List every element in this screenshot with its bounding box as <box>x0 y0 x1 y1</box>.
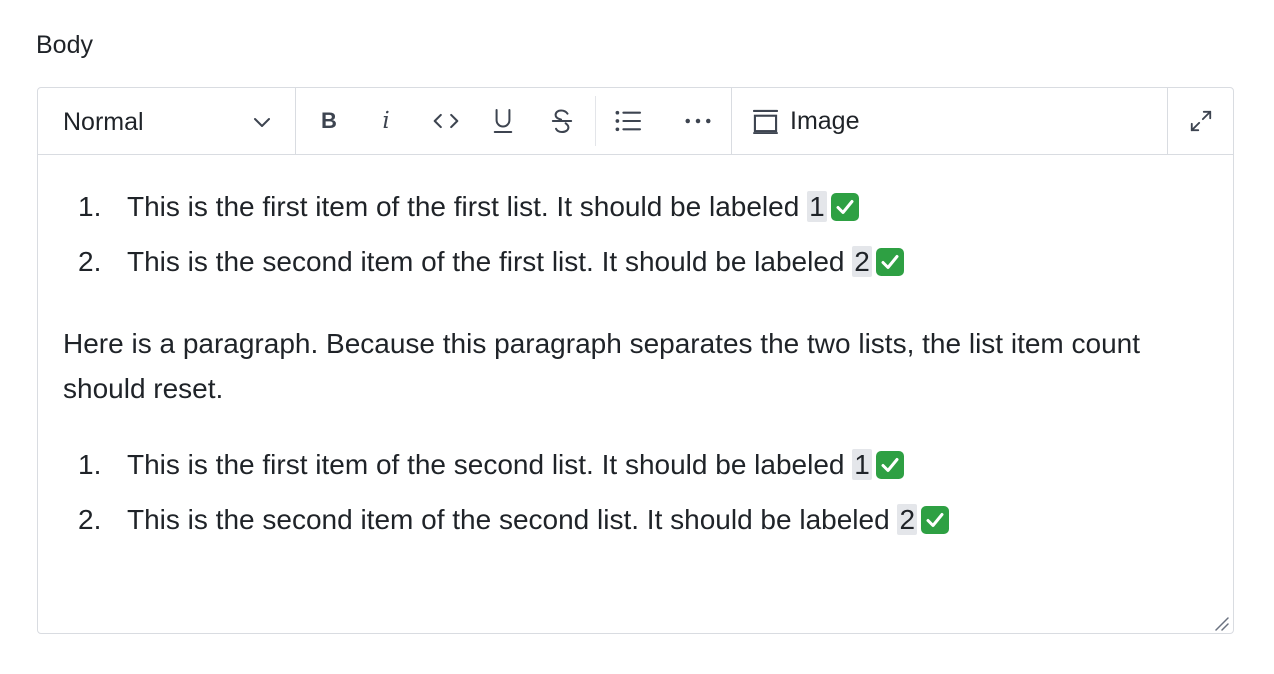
toolbar-divider <box>295 88 296 154</box>
strikethrough-button[interactable] <box>549 101 575 141</box>
check-mark-icon <box>921 506 950 534</box>
list-item-number: 2. <box>78 246 102 277</box>
list-item-text: This is the first item of the first list… <box>127 189 859 225</box>
check-mark-icon <box>875 248 904 276</box>
more-icon <box>685 118 711 124</box>
strikethrough-icon <box>551 109 573 134</box>
bulleted-list-icon <box>615 110 642 132</box>
text-style-select[interactable]: Normal <box>38 88 295 154</box>
list-item-label: This is the second item of the second li… <box>127 504 898 535</box>
rich-text-editor[interactable]: Normal B i Image 1. This is the first it… <box>37 87 1234 634</box>
insert-image-label: Image <box>790 107 860 135</box>
inline-code: 2 <box>852 246 872 277</box>
more-options-button[interactable] <box>682 101 714 141</box>
check-mark-icon <box>830 193 859 221</box>
list-item-number: 2. <box>78 504 102 535</box>
editor-content[interactable]: 1. This is the first item of the first l… <box>38 155 1233 633</box>
underline-button[interactable] <box>490 101 516 141</box>
resize-handle-icon[interactable] <box>1213 615 1229 631</box>
list-item-label: This is the first item of the second lis… <box>127 449 853 480</box>
chevron-down-icon <box>254 118 270 127</box>
inline-code: 1 <box>807 191 827 222</box>
check-mark-icon <box>875 451 904 479</box>
inline-code: 2 <box>897 504 918 535</box>
insert-image-button[interactable]: Image <box>753 101 859 141</box>
list-item-number: 1. <box>78 191 102 222</box>
toolbar-divider <box>1167 88 1168 154</box>
list-item-number: 1. <box>78 449 102 480</box>
text-style-value: Normal <box>63 108 144 136</box>
image-icon <box>753 109 778 134</box>
code-button[interactable] <box>431 101 461 141</box>
inline-code: 1 <box>852 449 872 480</box>
list-item-text: This is the first item of the second lis… <box>127 447 904 483</box>
bold-button[interactable]: B <box>314 101 344 141</box>
list-item-label: This is the first item of the first list… <box>127 191 808 222</box>
expand-icon <box>1190 110 1212 132</box>
list-item-text: This is the second item of the second li… <box>127 502 950 538</box>
paragraph: Here is a paragraph. Because this paragr… <box>63 328 1141 404</box>
editor-toolbar: Normal B i Image <box>38 88 1233 155</box>
bulleted-list-button[interactable] <box>613 101 643 141</box>
fullscreen-button[interactable] <box>1186 101 1216 141</box>
underline-icon <box>493 108 513 134</box>
toolbar-divider <box>595 96 596 146</box>
code-icon <box>433 113 459 129</box>
list-item-label: This is the second item of the first lis… <box>127 246 853 277</box>
list-item-text: This is the second item of the first lis… <box>127 244 904 280</box>
field-label: Body <box>36 31 93 59</box>
toolbar-divider <box>731 88 732 154</box>
italic-button[interactable]: i <box>374 101 398 141</box>
